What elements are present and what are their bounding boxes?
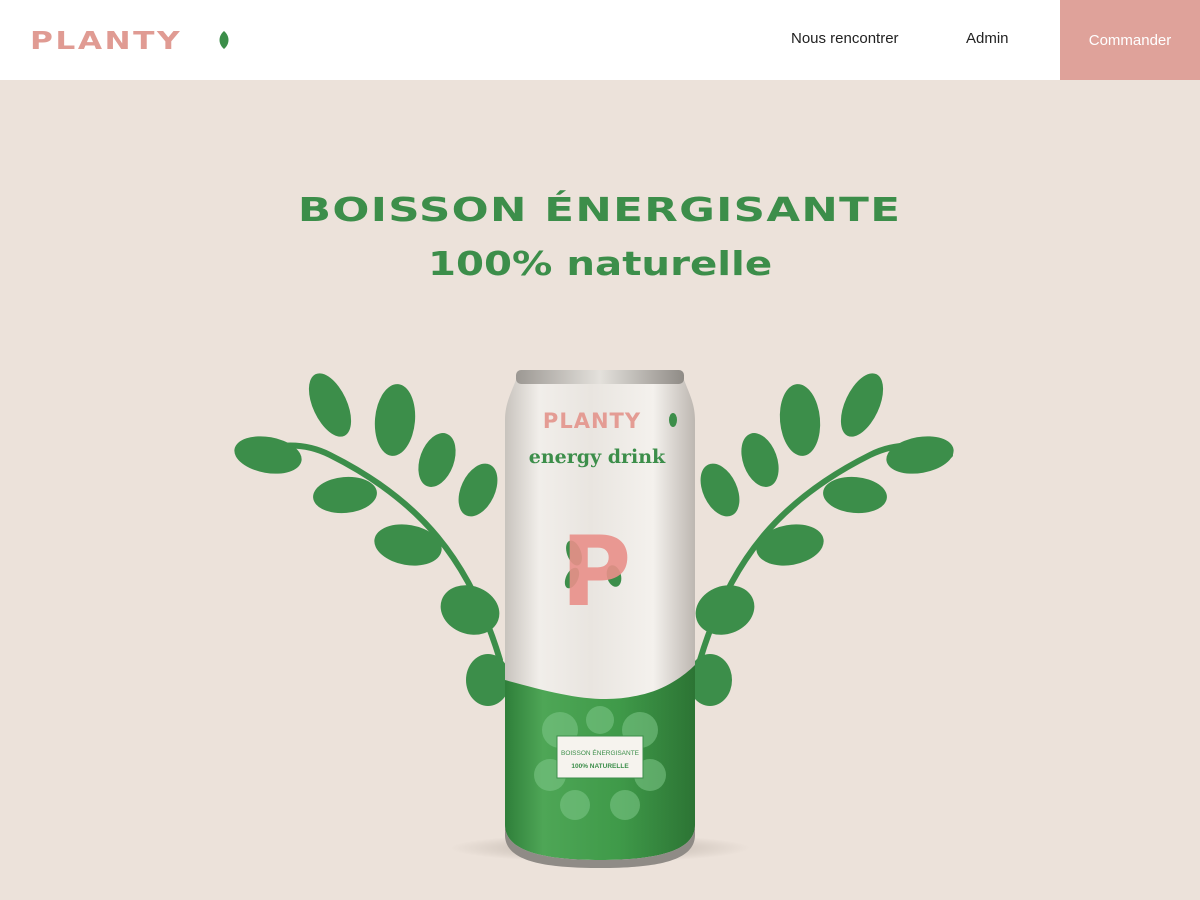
- product-illustration: BOISSON ÉNERGISANTE 100% NATURELLE PLANT…: [234, 370, 954, 868]
- can-label-box: [556, 735, 644, 779]
- energy-drink-can: BOISSON ÉNERGISANTE 100% NATURELLE PLANT…: [505, 370, 695, 868]
- can-monogram: P: [561, 516, 631, 628]
- can-label-line2: 100% NATURELLE: [571, 763, 629, 770]
- right-branch-icon: [688, 373, 954, 706]
- can-leaf-icon: [669, 413, 677, 427]
- can-subtitle: energy drink: [529, 446, 666, 468]
- can-label-line1: BOISSON ÉNERGISANTE: [561, 748, 640, 757]
- left-branch-icon: [234, 373, 510, 706]
- can-brand: PLANTY: [543, 409, 641, 433]
